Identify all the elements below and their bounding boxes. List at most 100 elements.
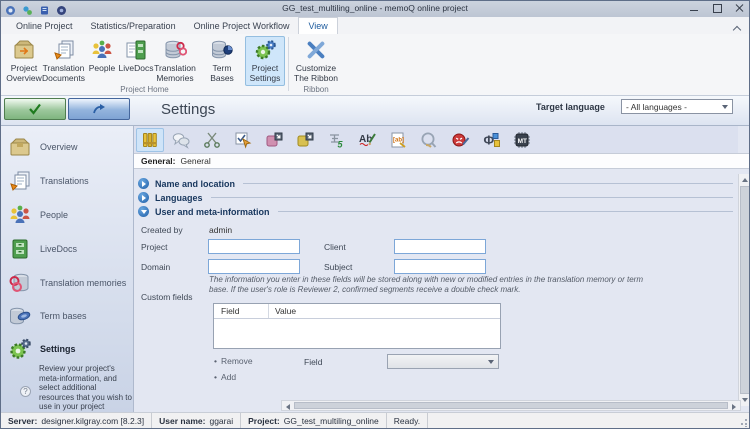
status-bar: Server: designer.kilgray.com [8.2.3] Use… [1, 412, 749, 429]
add-link[interactable]: Add [214, 372, 236, 382]
custom-fields-table-header: Field Value [214, 304, 500, 319]
horizontal-scrollbar-thumb[interactable] [294, 402, 728, 409]
livedocs-settings-icon[interactable] [291, 128, 319, 152]
people-icon [8, 203, 32, 227]
custom-fields-table[interactable]: Field Value [213, 303, 501, 349]
section-languages[interactable]: Languages [138, 191, 733, 204]
translation-documents-icon [52, 38, 76, 62]
client-input[interactable] [394, 239, 486, 254]
section-rule [278, 211, 733, 212]
sidebar-item-term-bases[interactable]: Term bases [1, 303, 134, 329]
project-settings-icon [253, 38, 277, 62]
tab-statistics-preparation[interactable]: Statistics/Preparation [82, 17, 185, 34]
meta-info-note: The information you enter in these field… [209, 275, 643, 295]
section-user-and-meta-information[interactable]: User and meta-information [138, 205, 733, 218]
collapse-ribbon-icon[interactable] [734, 24, 741, 31]
maximize-button[interactable] [712, 3, 722, 13]
created-by-value: admin [209, 225, 232, 235]
people-icon [90, 38, 114, 62]
communication-settings-icon[interactable] [167, 128, 195, 152]
lqa-models-icon[interactable] [446, 128, 474, 152]
project-settings-button[interactable]: Project Settings [245, 36, 285, 86]
translation-memories-icon [163, 38, 187, 62]
svg-text:MT: MT [518, 138, 527, 145]
target-language-dropdown[interactable]: - All languages - [621, 99, 733, 114]
sidebar-item-translations[interactable]: Translations [1, 168, 134, 194]
ribbon-button-label: Term Bases [201, 64, 243, 83]
section-name-and-location[interactable]: Name and location [138, 177, 733, 190]
vertical-scrollbar-thumb[interactable] [740, 186, 750, 394]
remove-link[interactable]: Remove [214, 356, 253, 366]
translation-memories-button[interactable]: Translation Memories [151, 36, 199, 86]
ribbon: Project Overview Translation Documents P… [1, 34, 749, 96]
scroll-right-icon[interactable] [732, 404, 736, 410]
horizontal-scrollbar[interactable] [281, 400, 741, 411]
domain-input[interactable] [208, 259, 300, 274]
scroll-down-icon[interactable] [742, 398, 748, 402]
sidebar-item-label: People [40, 210, 68, 220]
curved-arrow-icon [92, 103, 106, 115]
expand-icon[interactable] [138, 192, 149, 203]
sidebar-item-overview[interactable]: Overview [1, 134, 134, 160]
scroll-up-icon[interactable] [742, 178, 748, 182]
target-language-value: - All languages - [626, 102, 722, 112]
resize-grip[interactable] [739, 419, 747, 427]
sidebar-item-label: LiveDocs [40, 244, 77, 254]
confirm-button[interactable] [4, 98, 66, 120]
livedocs-icon [124, 38, 148, 62]
customize-ribbon-icon [304, 38, 328, 62]
svg-text:[ab]: [ab] [393, 138, 404, 144]
tab-online-project[interactable]: Online Project [7, 17, 82, 34]
user-name-value: ggarai [209, 416, 233, 426]
people-button[interactable]: People [86, 36, 118, 86]
close-button[interactable] [735, 3, 745, 13]
collapse-icon[interactable] [138, 206, 149, 217]
tm-settings-icon[interactable] [260, 128, 288, 152]
help-icon: ? [20, 386, 31, 397]
non-translatable-lists-icon[interactable]: 5 [322, 128, 350, 152]
column-value: Value [269, 304, 500, 318]
status-project: Project: GG_test_multiling_online [241, 413, 387, 429]
tab-view[interactable]: View [298, 17, 337, 34]
client-field-label: Client [324, 242, 346, 252]
status-ready: Ready. [387, 413, 428, 429]
minimize-button[interactable] [689, 3, 699, 13]
server-label: Server: [8, 416, 37, 426]
translations-icon [8, 169, 32, 193]
remove-label: Remove [221, 356, 253, 366]
qa-settings-icon[interactable] [415, 128, 443, 152]
project-field-label: Project [141, 242, 167, 252]
livedocs-button[interactable]: LiveDocs [116, 36, 156, 86]
tab-online-project-workflow[interactable]: Online Project Workflow [185, 17, 299, 34]
translation-documents-button[interactable]: Translation Documents [37, 36, 90, 86]
sidebar-item-settings[interactable]: Settings [1, 336, 134, 362]
field-dropdown[interactable] [387, 354, 499, 369]
export-path-rules-icon[interactable]: [ab] [384, 128, 412, 152]
category-label: General: [141, 156, 176, 166]
mt-settings-icon[interactable]: MT [508, 128, 536, 152]
sidebar-item-translation-memories[interactable]: Translation memories [1, 270, 134, 296]
svg-text:5: 5 [338, 140, 344, 150]
general-settings-icon[interactable] [136, 128, 164, 152]
section-rule [211, 197, 733, 198]
term-bases-icon [8, 304, 32, 328]
expand-icon[interactable] [138, 178, 149, 189]
project-label: Project: [248, 416, 280, 426]
vertical-scrollbar[interactable] [738, 174, 750, 406]
subject-input[interactable] [394, 259, 486, 274]
sidebar-item-livedocs[interactable]: LiveDocs [1, 236, 134, 262]
ignore-lists-icon[interactable]: Ab [353, 128, 381, 152]
field-dropdown-label: Field [304, 357, 322, 367]
sidebar-item-people[interactable]: People [1, 202, 134, 228]
page-title: Settings [161, 101, 215, 118]
term-bases-icon [210, 38, 234, 62]
auto-translation-rules-icon[interactable] [229, 128, 257, 152]
section-label: Name and location [155, 179, 235, 189]
font-substitution-icon[interactable]: Φ [477, 128, 505, 152]
customize-ribbon-button[interactable]: Customize The Ribbon [291, 36, 341, 86]
switch-window-button[interactable] [68, 98, 130, 120]
scroll-left-icon[interactable] [286, 404, 290, 410]
term-bases-button[interactable]: Term Bases [200, 36, 244, 86]
project-input[interactable] [208, 239, 300, 254]
segmentation-rules-icon[interactable] [198, 128, 226, 152]
